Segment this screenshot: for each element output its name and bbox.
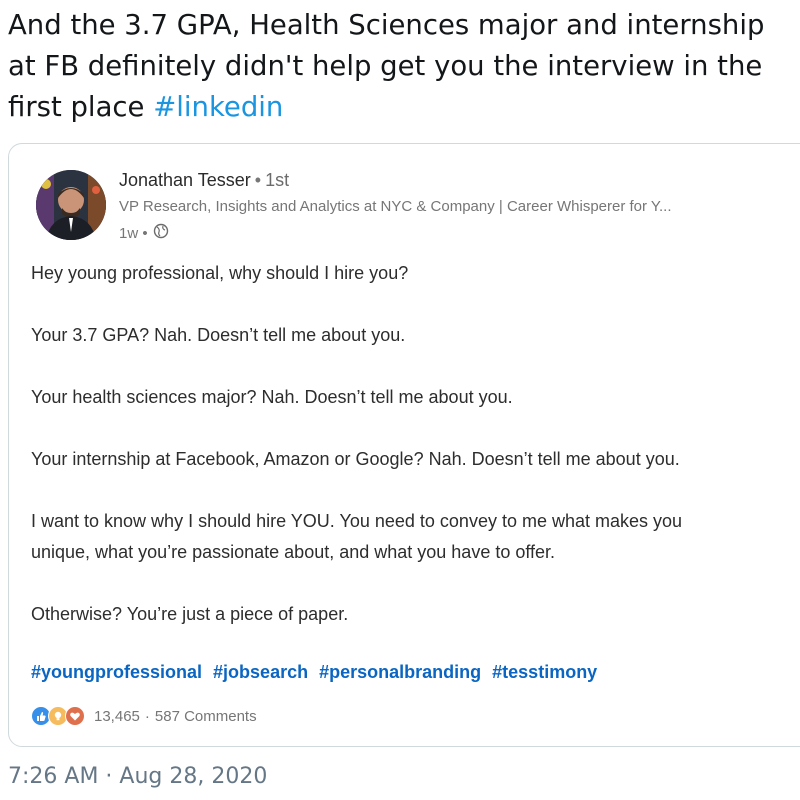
tweet-hashtag-link[interactable]: #linkedin (153, 91, 283, 123)
hashtag-link[interactable]: #personalbranding (319, 662, 481, 682)
post-paragraph: I want to know why I should hire YOU. Yo… (31, 511, 683, 531)
globe-icon (153, 223, 169, 243)
embedded-linkedin-post: Jonathan Tesser • 1st VP Research, Insight… (8, 143, 800, 747)
hashtag-link[interactable]: #tesstimony (492, 662, 597, 682)
post-paragraph: Your internship at Facebook, Amazon or G… (31, 449, 680, 469)
name-separator: • (254, 170, 262, 190)
hashtag-link[interactable]: #jobsearch (213, 662, 308, 682)
reactions-row[interactable]: 13,465 · 587 Comments (31, 706, 257, 726)
avatar[interactable] (36, 170, 106, 240)
love-icon (65, 706, 85, 726)
author-headline: VP Research, Insights and Analytics at N… (119, 198, 672, 215)
post-paragraph: Otherwise? You’re just a piece of paper. (31, 604, 349, 624)
tweet-body: And the 3.7 GPA, Health Sciences major a… (8, 9, 765, 123)
post-paragraph: Your health sciences major? Nah. Doesn’t… (31, 387, 513, 407)
author-line: Jonathan Tesser • 1st (119, 170, 289, 191)
tweet-timestamp[interactable]: 7:26 AM · Aug 28, 2020 (8, 764, 267, 789)
post-body: Hey young professional, why should I hir… (31, 258, 800, 630)
post-hashtags: #youngprofessional #jobsearch #personalb… (31, 662, 603, 683)
author-name[interactable]: Jonathan Tesser (119, 170, 251, 190)
post-time: 1w • (119, 223, 169, 243)
connection-degree: 1st (265, 170, 290, 190)
post-age: 1w • (119, 224, 148, 242)
reaction-count: 13,465 (94, 707, 140, 725)
comments-count[interactable]: 587 Comments (155, 708, 257, 725)
post-paragraph: Your 3.7 GPA? Nah. Doesn’t tell me about… (31, 325, 406, 345)
hashtag-link[interactable]: #youngprofessional (31, 662, 202, 682)
post-paragraph: unique, what you’re passionate about, an… (31, 542, 556, 562)
count-separator: · (144, 707, 150, 725)
tweet-text: And the 3.7 GPA, Health Sciences major a… (8, 5, 798, 128)
post-paragraph: Hey young professional, why should I hir… (31, 263, 409, 283)
